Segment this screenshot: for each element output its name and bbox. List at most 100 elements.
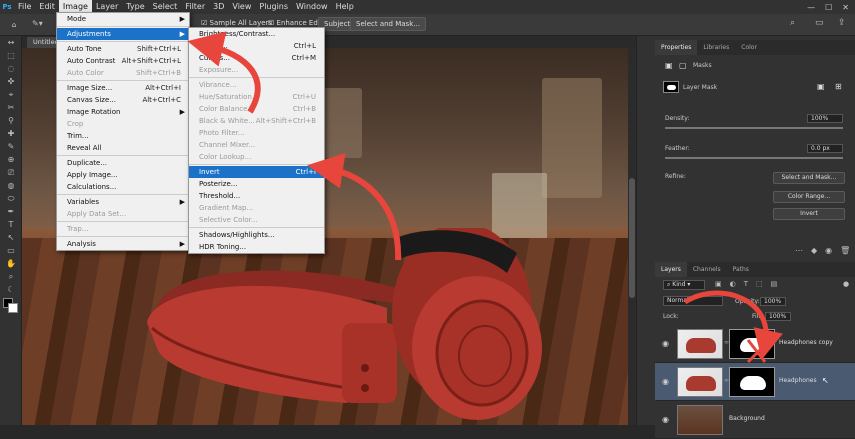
mask-thumbnail[interactable] <box>729 329 775 359</box>
tab-layers[interactable]: Layers <box>655 262 687 277</box>
tool-icon-10[interactable]: ⎚ <box>0 166 22 179</box>
vector-mask-icon[interactable]: ▢ <box>679 61 687 70</box>
search-icon[interactable]: ⌕ <box>790 18 795 28</box>
tool-icon-16[interactable]: ▭ <box>0 244 22 257</box>
layer-name[interactable]: Headphones <box>779 377 817 384</box>
density-slider[interactable] <box>665 127 843 129</box>
image-menu-item-reveal-all[interactable]: Reveal All <box>57 142 189 154</box>
tool-icon-4[interactable]: ⌖ <box>0 88 22 101</box>
image-menu-item-calculations[interactable]: Calculations... <box>57 181 189 193</box>
image-menu-item-apply-image[interactable]: Apply Image... <box>57 169 189 181</box>
adjust-menu-item-hdr-toning[interactable]: HDR Toning... <box>189 241 324 253</box>
tab-channels[interactable]: Channels <box>687 262 727 277</box>
feather-field[interactable]: 0.0 px <box>807 144 843 153</box>
color-swatches[interactable] <box>0 296 22 318</box>
menu-file[interactable]: File <box>14 0 35 14</box>
mask-thumbnail[interactable] <box>729 367 775 397</box>
layer-row[interactable]: ◉ ∞ Headphones copy <box>655 325 855 363</box>
tool-icon-0[interactable]: ↔ <box>0 36 22 49</box>
tab-color[interactable]: Color <box>735 40 763 55</box>
visibility-icon[interactable]: ◉ <box>825 246 832 255</box>
tool-icon-3[interactable]: ✜ <box>0 75 22 88</box>
delete-icon[interactable]: 🗑 <box>840 246 850 255</box>
filter-adjust-icon[interactable]: ◐ <box>730 280 736 288</box>
image-menu-item-analysis[interactable]: Analysis ▶ <box>57 238 189 250</box>
eye-icon[interactable]: ◉ <box>662 415 669 424</box>
apply-mask-icon[interactable]: ⊞ <box>835 82 842 91</box>
color-range-button[interactable]: Color Range... <box>773 191 845 203</box>
filter-smart-icon[interactable]: ▤ <box>771 280 778 288</box>
select-pixels-icon[interactable]: ▣ <box>817 82 825 91</box>
tool-icon-5[interactable]: ✂ <box>0 101 22 114</box>
layer-name[interactable]: Background <box>729 415 765 422</box>
workspace-icon[interactable]: ▭ <box>815 18 824 28</box>
adjust-menu-item-curves[interactable]: Curves... Ctrl+M <box>189 52 324 64</box>
kind-filter[interactable]: ⌕ Kind ▾ <box>663 280 705 290</box>
tool-icon-9[interactable]: ⊕ <box>0 153 22 166</box>
tab-paths[interactable]: Paths <box>727 262 755 277</box>
image-menu-item-canvas-size[interactable]: Canvas Size... Alt+Ctrl+C <box>57 94 189 106</box>
invert-button[interactable]: Invert <box>773 208 845 220</box>
layer-row[interactable]: ◉ Background <box>655 401 855 439</box>
filter-shape-icon[interactable]: ⬚ <box>756 280 763 288</box>
apply-icon[interactable]: ◆ <box>811 246 817 255</box>
home-icon[interactable]: ⌂ <box>4 15 24 35</box>
image-menu-item-auto-tone[interactable]: Auto Tone Shift+Ctrl+L <box>57 43 189 55</box>
eye-icon[interactable]: ◉ <box>662 377 669 386</box>
tool-icon-1[interactable]: ⬚ <box>0 49 22 62</box>
menu-plugins[interactable]: Plugins <box>255 0 292 14</box>
adjust-menu-item-brightness-contrast[interactable]: Brightness/Contrast... <box>189 28 324 40</box>
density-field[interactable]: 100% <box>807 114 843 123</box>
opacity-field[interactable]: 100% <box>760 297 786 306</box>
tool-icon-13[interactable]: ✒ <box>0 205 22 218</box>
brush-preset-icon[interactable]: ✎▾ <box>32 19 43 28</box>
tool-icon-8[interactable]: ✎ <box>0 140 22 153</box>
tool-icon-11[interactable]: ◍ <box>0 179 22 192</box>
adjust-menu-item-threshold[interactable]: Threshold... <box>189 190 324 202</box>
load-selection-icon[interactable]: ⋯ <box>795 246 803 255</box>
image-menu-item-trim[interactable]: Trim... <box>57 130 189 142</box>
close-icon[interactable]: ✕ <box>842 3 849 12</box>
tool-icon-7[interactable]: ✚ <box>0 127 22 140</box>
adjust-menu-item-levels[interactable]: Levels... Ctrl+L <box>189 40 324 52</box>
adjust-menu-item-invert[interactable]: Invert Ctrl+I <box>189 166 324 178</box>
image-menu-item-variables[interactable]: Variables ▶ <box>57 196 189 208</box>
adjust-menu-item-shadows-highlights[interactable]: Shadows/Highlights... <box>189 229 324 241</box>
tool-icon-6[interactable]: ⚲ <box>0 114 22 127</box>
canvas-scrollbar[interactable] <box>628 48 636 425</box>
maximize-icon[interactable]: ☐ <box>825 3 832 12</box>
menu-3d[interactable]: 3D <box>209 0 228 14</box>
image-menu-item-image-rotation[interactable]: Image Rotation ▶ <box>57 106 189 118</box>
tool-icon-15[interactable]: ↖ <box>0 231 22 244</box>
tool-icon-18[interactable]: ⌕ <box>0 270 22 283</box>
tool-icon-19[interactable]: ☾ <box>0 283 22 296</box>
image-menu-item-auto-contrast[interactable]: Auto Contrast Alt+Shift+Ctrl+L <box>57 55 189 67</box>
image-menu-item-mode[interactable]: Mode ▶ <box>57 13 189 25</box>
menu-window[interactable]: Window <box>292 0 332 14</box>
pixel-mask-icon[interactable]: ▣ <box>665 61 673 70</box>
filter-toggle-icon[interactable]: ● <box>843 280 849 288</box>
scrollbar-thumb[interactable] <box>629 178 635 298</box>
filter-type-icon[interactable]: T <box>744 280 748 288</box>
filter-pixel-icon[interactable]: ▣ <box>715 280 722 288</box>
image-menu-item-duplicate[interactable]: Duplicate... <box>57 157 189 169</box>
tool-icon-14[interactable]: T <box>0 218 22 231</box>
select-and-mask-button[interactable]: Select and Mask... <box>350 17 426 31</box>
layer-name[interactable]: Headphones copy <box>779 339 833 346</box>
tab-libraries[interactable]: Libraries <box>697 40 735 55</box>
blend-mode-select[interactable]: Normal <box>663 296 723 306</box>
menu-view[interactable]: View <box>228 0 255 14</box>
share-icon[interactable]: ⇪ <box>838 18 846 28</box>
sample-all-layers-checkbox[interactable]: ☑ Sample All Layers <box>201 19 272 27</box>
menu-help[interactable]: Help <box>332 0 358 14</box>
tool-icon-12[interactable]: ⬭ <box>0 192 22 205</box>
select-and-mask-panel-button[interactable]: Select and Mask... <box>773 172 845 184</box>
minimize-icon[interactable]: — <box>807 3 815 12</box>
tab-properties[interactable]: Properties <box>655 40 698 55</box>
fill-field[interactable]: 100% <box>765 312 791 321</box>
image-menu-item-adjustments[interactable]: Adjustments ▶ <box>57 28 189 40</box>
tool-icon-2[interactable]: ◌ <box>0 62 22 75</box>
tool-icon-17[interactable]: ✋ <box>0 257 22 270</box>
image-menu-item-image-size[interactable]: Image Size... Alt+Ctrl+I <box>57 82 189 94</box>
eye-icon[interactable]: ◉ <box>662 339 669 348</box>
